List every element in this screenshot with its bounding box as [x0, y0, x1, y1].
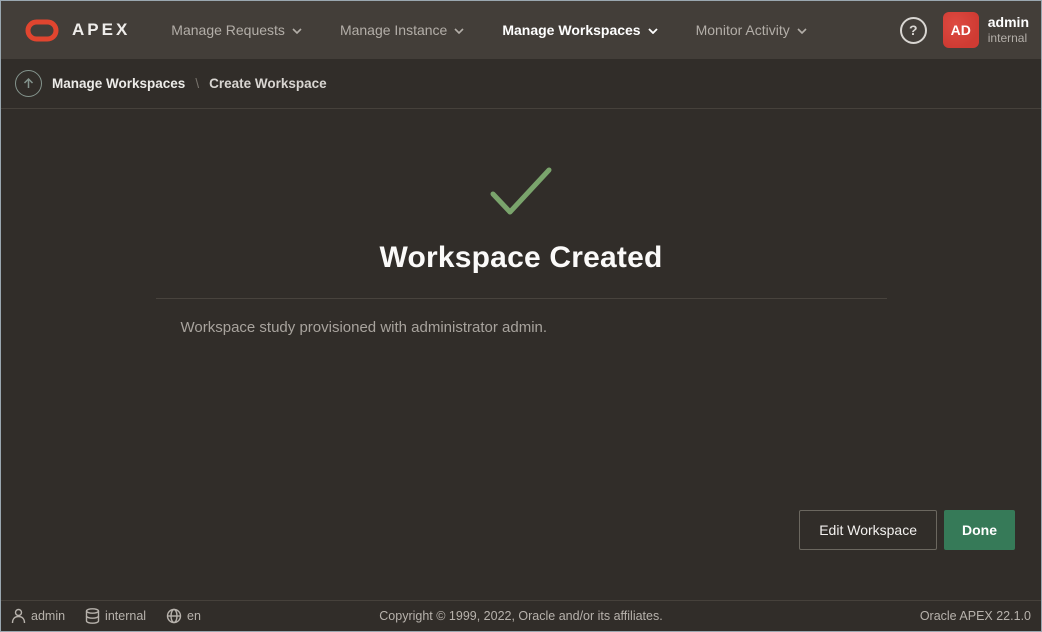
page-title: Workspace Created	[1, 241, 1041, 275]
navigate-up-button[interactable]	[15, 70, 42, 97]
menu-label: Manage Instance	[340, 22, 447, 38]
footer-left-group: admin internal en	[11, 608, 201, 624]
menu-manage-requests[interactable]: Manage Requests	[152, 1, 321, 59]
help-icon[interactable]: ?	[900, 17, 927, 44]
menu-monitor-activity[interactable]: Monitor Activity	[677, 1, 826, 59]
user-instance: internal	[988, 31, 1029, 46]
chevron-down-icon	[292, 28, 302, 34]
done-button[interactable]: Done	[944, 510, 1015, 550]
main-menu: Manage Requests Manage Instance Manage W…	[152, 1, 825, 59]
menu-manage-instance[interactable]: Manage Instance	[321, 1, 483, 59]
globe-icon	[166, 608, 182, 624]
user-name: admin	[988, 14, 1029, 32]
menu-label: Monitor Activity	[696, 22, 790, 38]
action-buttons: Edit Workspace Done	[799, 510, 1015, 550]
header-right-group: ? AD admin internal	[900, 12, 1029, 48]
chevron-down-icon	[454, 28, 464, 34]
arrow-up-icon	[22, 77, 35, 90]
database-icon	[85, 608, 100, 624]
user-meta: admin internal	[988, 14, 1029, 47]
oracle-apex-logo[interactable]: APEX	[25, 19, 130, 42]
footer-language[interactable]: en	[166, 608, 201, 624]
menu-label: Manage Workspaces	[502, 22, 640, 38]
apex-admin-page: APEX Manage Requests Manage Instance Man…	[0, 0, 1042, 632]
footer-bar: admin internal en Copyright © 1999, 20	[1, 600, 1041, 631]
menu-label: Manage Requests	[171, 22, 285, 38]
footer-user-label: admin	[31, 609, 65, 623]
avatar: AD	[943, 12, 979, 48]
divider	[156, 298, 887, 299]
chevron-down-icon	[797, 28, 807, 34]
breadcrumb-manage-workspaces[interactable]: Manage Workspaces	[52, 76, 185, 91]
success-checkmark-icon	[485, 165, 557, 219]
user-account-menu[interactable]: AD admin internal	[943, 12, 1029, 48]
chevron-down-icon	[648, 28, 658, 34]
version-text: Oracle APEX 22.1.0	[920, 609, 1031, 623]
footer-language-label: en	[187, 609, 201, 623]
user-icon	[11, 608, 26, 624]
footer-user: admin	[11, 608, 65, 624]
breadcrumb: Manage Workspaces \ Create Workspace	[1, 59, 1041, 109]
edit-workspace-button[interactable]: Edit Workspace	[799, 510, 937, 550]
main-content: Workspace Created Workspace study provis…	[1, 109, 1041, 601]
footer-instance-label: internal	[105, 609, 146, 623]
breadcrumb-create-workspace: Create Workspace	[209, 76, 327, 91]
brand-name: APEX	[72, 20, 130, 40]
breadcrumb-separator: \	[195, 76, 199, 91]
oracle-logo-icon	[25, 19, 59, 42]
success-icon-wrap	[1, 109, 1041, 219]
top-navigation-bar: APEX Manage Requests Manage Instance Man…	[1, 1, 1041, 59]
footer-instance: internal	[85, 608, 146, 624]
menu-manage-workspaces[interactable]: Manage Workspaces	[483, 1, 676, 59]
success-message: Workspace study provisioned with adminis…	[156, 319, 887, 336]
